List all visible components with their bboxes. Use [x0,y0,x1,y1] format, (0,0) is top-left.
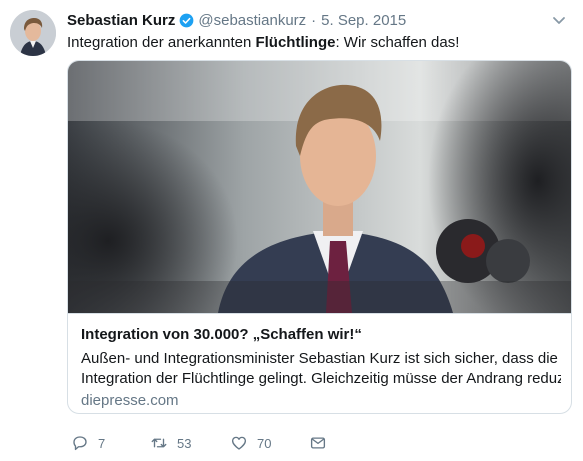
card-title[interactable]: Integration von 30.000? „Schaffen wir!“ [81,326,362,343]
card-body: Integration von 30.000? „Schaffen wir!“ … [68,313,571,414]
separator-dot: · [311,12,316,29]
avatar[interactable] [10,10,56,56]
card-domain[interactable]: diepresse.com [81,392,179,409]
reply-icon [71,434,89,452]
card-description-line: Außen- und Integrationsminister Sebastia… [81,349,561,369]
retweet-icon [150,434,168,452]
tweet-text-part: : Wir schaffen das! [335,34,459,51]
author-handle[interactable]: @sebastiankurz [198,12,306,29]
card-description-line: Integration der Flüchtlinge gelingt. Gle… [81,369,561,389]
tweet-header: Sebastian Kurz @sebastiankurz · 5. Sep. … [67,9,406,31]
chevron-down-icon[interactable] [551,12,567,28]
retweet-count: 53 [177,436,191,451]
reply-button[interactable]: 7 [71,430,105,456]
tweet-text-bold: Flüchtlinge [255,34,335,51]
like-count: 70 [257,436,271,451]
direct-message-button[interactable] [309,430,336,456]
card-image [68,61,571,313]
tweet-text: Integration der anerkannten Flüchtlinge:… [67,33,459,53]
tweet-actions: 7 53 70 [0,430,583,456]
card-description: Außen- und Integrationsminister Sebastia… [81,349,561,389]
reply-count: 7 [98,436,105,451]
like-button[interactable]: 70 [230,430,271,456]
author-name[interactable]: Sebastian Kurz [67,12,175,29]
direct-message-icon [309,434,327,452]
retweet-button[interactable]: 53 [150,430,191,456]
like-icon [230,434,248,452]
verified-badge-icon [179,13,194,28]
link-card[interactable]: Integration von 30.000? „Schaffen wir!“ … [67,60,572,414]
tweet-text-part: Integration der anerkannten [67,34,255,51]
tweet-date[interactable]: 5. Sep. 2015 [321,12,406,29]
